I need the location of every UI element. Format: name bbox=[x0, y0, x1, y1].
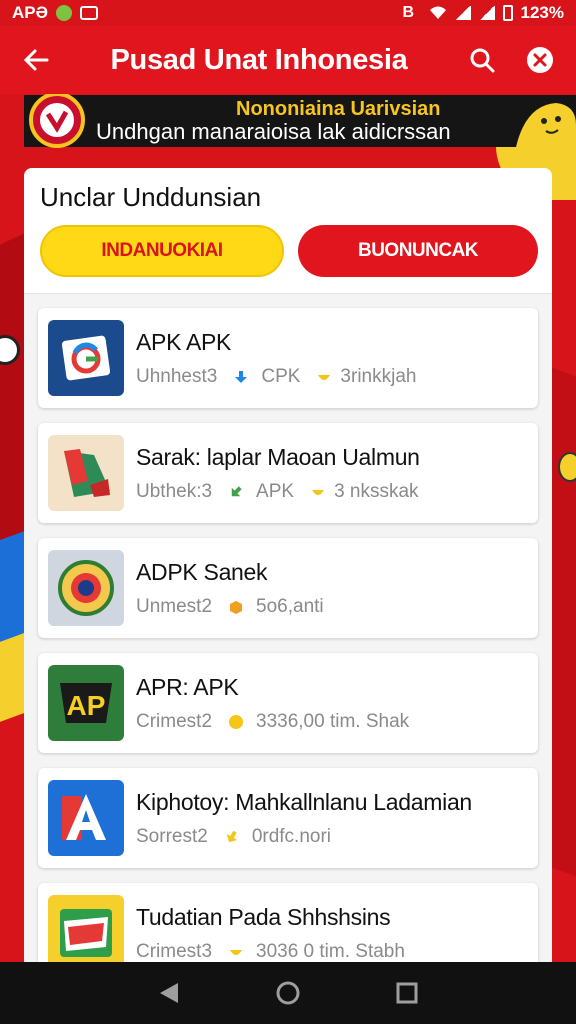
close-circle-icon[interactable] bbox=[520, 40, 560, 80]
app-name: Tudatian Pada Shhshsins bbox=[136, 903, 391, 930]
list-item[interactable]: AP APR: APK Crimest2 3336,00 tim. Shak bbox=[38, 653, 538, 753]
app-meta-size: 3336,00 tim. Shak bbox=[256, 710, 410, 732]
signal-icon bbox=[454, 6, 471, 20]
coin-icon bbox=[229, 714, 244, 729]
mascot-icon bbox=[516, 103, 576, 147]
notification-icon bbox=[55, 5, 72, 21]
bluetooth-icon: B bbox=[402, 4, 415, 21]
badge-icon bbox=[48, 895, 124, 968]
app-meta-size: 0rdfc.nori bbox=[251, 825, 332, 847]
rating-icon bbox=[312, 489, 325, 495]
map-icon bbox=[48, 435, 124, 511]
a-letter-icon bbox=[48, 780, 124, 856]
yellow-filter-button[interactable]: INDANUOKIAI bbox=[40, 225, 284, 277]
app-bar: Pusad Unat Inhonesia bbox=[0, 26, 576, 94]
nav-home-icon[interactable] bbox=[270, 975, 306, 1011]
list-item[interactable]: APK APK Uhnhest3 CPK 3rinkkjah bbox=[38, 308, 538, 408]
package-icon bbox=[230, 600, 243, 614]
list-item[interactable]: ADPK Sanek Unmest2 5o6,anti bbox=[38, 538, 538, 638]
app-meta-size: 3 nksskak bbox=[334, 480, 419, 502]
list-item[interactable]: Kiphotoy: Mahkallnlanu Ladamian Sorrest2… bbox=[38, 768, 538, 868]
app-meta-version: Crimest3 bbox=[136, 940, 213, 962]
app-meta-type: CPK bbox=[261, 365, 301, 387]
battery-icon bbox=[502, 5, 513, 21]
promo-banner[interactable]: Nononiaina Uarivsian Undhgan manaraioisa… bbox=[24, 92, 576, 148]
app-name: ADPK Sanek bbox=[136, 558, 268, 585]
emblem-icon bbox=[48, 550, 124, 626]
download-icon bbox=[231, 485, 242, 496]
section-title: Unclar Unddunsian bbox=[40, 182, 262, 212]
status-bar: APƏ B 123% bbox=[0, 0, 576, 26]
signal-icon-2 bbox=[478, 6, 495, 20]
wifi-icon bbox=[429, 6, 446, 19]
g-logo-icon bbox=[48, 320, 124, 396]
rating-icon bbox=[318, 374, 331, 380]
search-icon[interactable] bbox=[462, 40, 502, 80]
ap-logo-icon: AP bbox=[48, 665, 124, 741]
nav-back-icon[interactable] bbox=[151, 975, 187, 1011]
panel-header: Unclar Unddunsian INDANUOKIAI BUONUNCAK bbox=[24, 168, 552, 294]
red-filter-button[interactable]: BUONUNCAK bbox=[298, 225, 538, 277]
download-icon bbox=[226, 830, 238, 842]
app-name: Sarak: laplar Maoan Ualmun bbox=[136, 443, 420, 470]
app-meta-type: APK bbox=[256, 480, 295, 502]
app-name: Kiphotoy: Mahkallnlanu Ladamian bbox=[136, 788, 472, 815]
message-icon bbox=[79, 6, 98, 20]
app-meta-version: Ubthek:3 bbox=[136, 480, 213, 502]
back-arrow-icon[interactable] bbox=[16, 40, 56, 80]
page-title: Pusad Unat Inhonesia bbox=[110, 43, 408, 76]
download-icon bbox=[235, 370, 248, 383]
system-nav-bar bbox=[0, 962, 576, 1024]
battery-percent: 123% bbox=[520, 3, 564, 22]
app-meta-version: Uhnhest3 bbox=[136, 365, 218, 387]
app-meta-size: 5o6,anti bbox=[256, 595, 324, 617]
app-meta-version: Unmest2 bbox=[136, 595, 213, 617]
list-item[interactable]: Sarak: laplar Maoan Ualmun Ubthek:3 APK … bbox=[38, 423, 538, 523]
nav-recents-icon[interactable] bbox=[389, 975, 425, 1011]
app-meta-size: 3036 0 tim. Stabh bbox=[256, 940, 405, 962]
app-meta-version: Sorrest2 bbox=[136, 825, 208, 847]
app-name: APK APK bbox=[136, 328, 232, 355]
app-list: APK APK Uhnhest3 CPK 3rinkkjah Sarak: la… bbox=[24, 294, 552, 968]
status-app-label: APƏ bbox=[12, 3, 48, 22]
list-item[interactable]: Tudatian Pada Shhshsins Crimest3 3036 0 … bbox=[38, 883, 538, 968]
app-name: APR: APK bbox=[136, 673, 239, 700]
main-panel: Unclar Unddunsian INDANUOKIAI BUONUNCAK … bbox=[24, 168, 552, 968]
app-meta-size: 3rinkkjah bbox=[340, 365, 417, 387]
emblem-logo-icon bbox=[29, 92, 85, 148]
svg-text:AP: AP bbox=[67, 690, 106, 721]
app-meta-version: Crimest2 bbox=[136, 710, 213, 732]
rating-icon bbox=[230, 949, 243, 955]
